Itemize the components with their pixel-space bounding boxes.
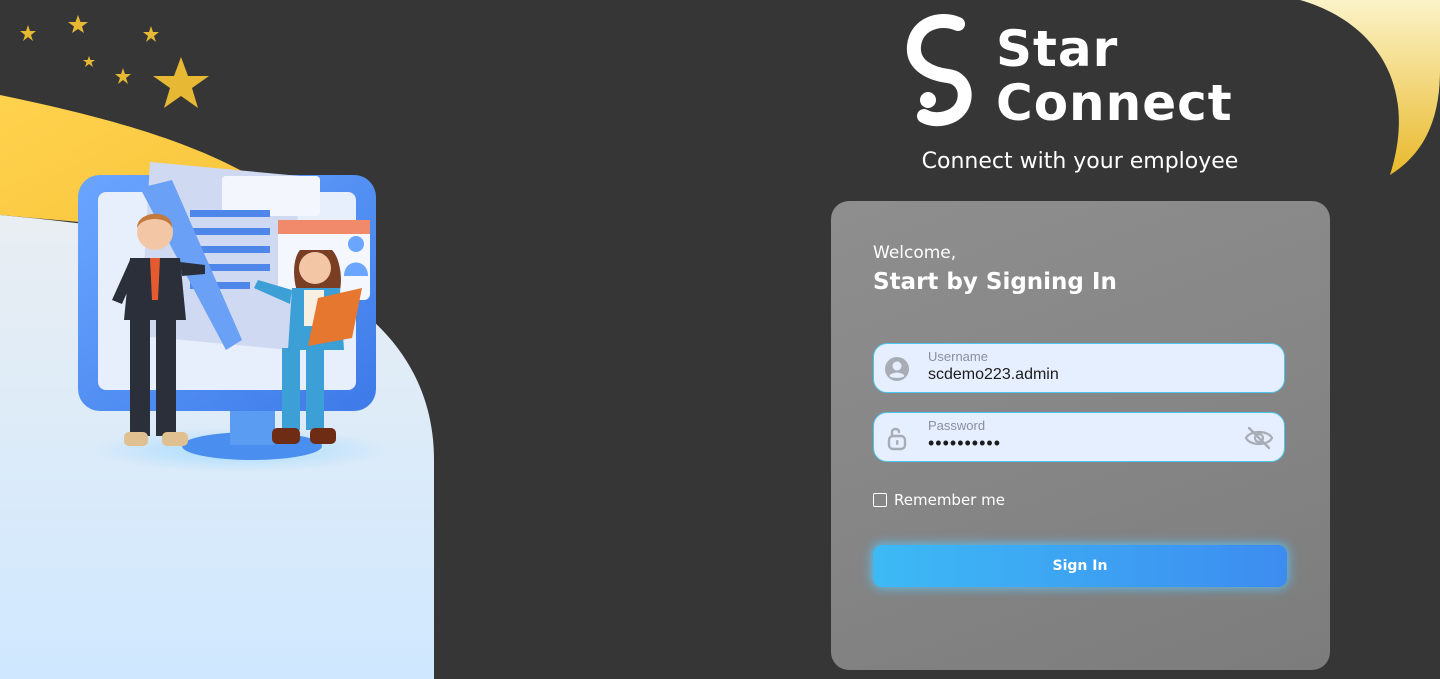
password-input[interactable]: •••••••••• bbox=[928, 433, 1001, 454]
user-circle-icon bbox=[885, 357, 909, 381]
unlock-icon bbox=[887, 427, 907, 451]
brand-header: Star Connect bbox=[906, 10, 1266, 134]
remember-me-checkbox[interactable] bbox=[873, 493, 887, 507]
username-label: Username bbox=[928, 349, 988, 364]
password-label: Password bbox=[928, 418, 986, 433]
brand-name: Star Connect bbox=[996, 22, 1233, 130]
welcome-text: Welcome, bbox=[873, 243, 957, 263]
illustration-panel bbox=[0, 0, 434, 679]
password-field[interactable]: Password •••••••••• bbox=[873, 412, 1285, 462]
brand-name-line2: Connect bbox=[996, 74, 1233, 132]
login-illustration bbox=[0, 15, 434, 679]
star-connect-s-logo-icon bbox=[906, 14, 972, 127]
login-page: Star Connect Connect with your employee … bbox=[0, 0, 1440, 679]
remember-me[interactable]: Remember me bbox=[873, 491, 1005, 509]
signin-heading: Start by Signing In bbox=[873, 269, 1117, 295]
stars-decoration bbox=[20, 15, 209, 108]
sign-in-button[interactable]: Sign In bbox=[873, 545, 1287, 587]
brand-tagline: Connect with your employee bbox=[921, 149, 1239, 174]
login-card: Welcome, Start by Signing In Username sc… bbox=[831, 201, 1330, 670]
brand-name-line1: Star bbox=[996, 20, 1119, 78]
remember-me-label: Remember me bbox=[894, 491, 1005, 509]
username-field[interactable]: Username scdemo223.admin bbox=[873, 343, 1285, 393]
eye-off-icon[interactable] bbox=[1244, 425, 1274, 451]
username-input[interactable]: scdemo223.admin bbox=[928, 366, 1059, 384]
